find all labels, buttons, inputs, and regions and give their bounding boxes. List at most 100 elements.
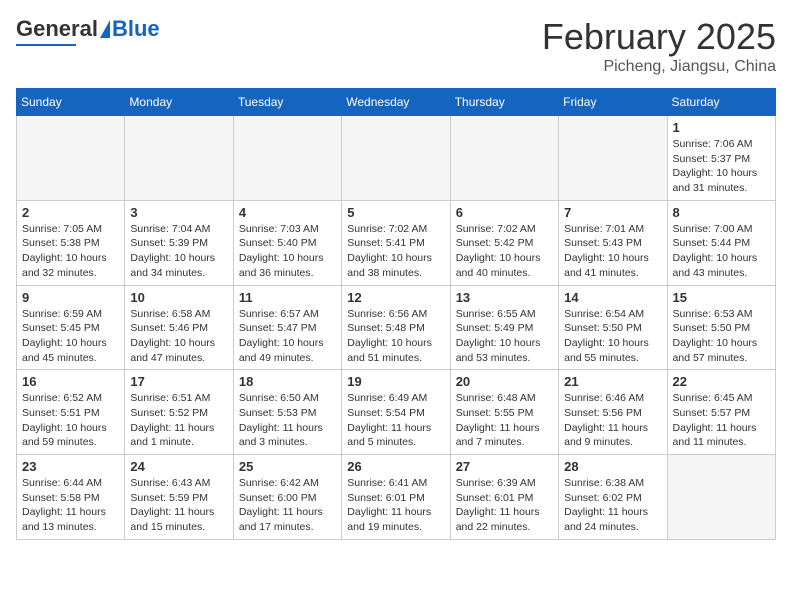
day-info: Sunrise: 7:04 AM Sunset: 5:39 PM Dayligh… [130,222,227,281]
calendar-day-cell: 28 Sunrise: 6:38 AM Sunset: 6:02 PM Dayli… [559,455,667,540]
day-number: 3 [130,205,227,220]
day-info: Sunrise: 6:50 AM Sunset: 5:53 PM Dayligh… [239,391,336,450]
logo-general-text: General [16,16,98,42]
day-info: Sunrise: 6:53 AM Sunset: 5:50 PM Dayligh… [673,307,770,366]
day-number: 13 [456,290,553,305]
calendar-day-cell: 22 Sunrise: 6:45 AM Sunset: 5:57 PM Dayli… [667,370,775,455]
calendar-day-cell: 10 Sunrise: 6:58 AM Sunset: 5:46 PM Dayli… [125,285,233,370]
day-info: Sunrise: 6:51 AM Sunset: 5:52 PM Dayligh… [130,391,227,450]
calendar-day-cell: 3 Sunrise: 7:04 AM Sunset: 5:39 PM Daylig… [125,200,233,285]
month-title: February 2025 [542,16,776,58]
day-number: 12 [347,290,444,305]
calendar-day-cell: 13 Sunrise: 6:55 AM Sunset: 5:49 PM Dayli… [450,285,558,370]
calendar-day-cell [450,116,558,201]
day-number: 24 [130,459,227,474]
calendar-week-row: 2Sunrise: 7:05 AM Sunset: 5:38 PM Daylig… [17,200,776,285]
calendar-day-cell: 12 Sunrise: 6:56 AM Sunset: 5:48 PM Dayli… [342,285,450,370]
day-number: 10 [130,290,227,305]
location-title: Picheng, Jiangsu, China [542,58,776,76]
calendar-week-row: 16Sunrise: 6:52 AM Sunset: 5:51 PM Dayli… [17,370,776,455]
day-number: 22 [673,374,770,389]
calendar-day-cell: 5 Sunrise: 7:02 AM Sunset: 5:41 PM Daylig… [342,200,450,285]
calendar-day-cell: 2Sunrise: 7:05 AM Sunset: 5:38 PM Daylig… [17,200,125,285]
day-number: 7 [564,205,661,220]
calendar-day-cell: 4 Sunrise: 7:03 AM Sunset: 5:40 PM Daylig… [233,200,341,285]
day-number: 11 [239,290,336,305]
day-info: Sunrise: 7:05 AM Sunset: 5:38 PM Dayligh… [22,222,119,281]
calendar-week-row: 1 Sunrise: 7:06 AM Sunset: 5:37 PM Daylig… [17,116,776,201]
calendar-day-cell [17,116,125,201]
calendar-header-row: SundayMondayTuesdayWednesdayThursdayFrid… [17,89,776,116]
day-info: Sunrise: 6:57 AM Sunset: 5:47 PM Dayligh… [239,307,336,366]
day-number: 14 [564,290,661,305]
calendar-day-cell: 1 Sunrise: 7:06 AM Sunset: 5:37 PM Daylig… [667,116,775,201]
day-info: Sunrise: 6:58 AM Sunset: 5:46 PM Dayligh… [130,307,227,366]
day-info: Sunrise: 7:03 AM Sunset: 5:40 PM Dayligh… [239,222,336,281]
calendar-day-cell [667,455,775,540]
page-header: General Blue February 2025 Picheng, Jian… [16,16,776,76]
day-info: Sunrise: 6:46 AM Sunset: 5:56 PM Dayligh… [564,391,661,450]
day-number: 4 [239,205,336,220]
day-info: Sunrise: 6:44 AM Sunset: 5:58 PM Dayligh… [22,476,119,535]
day-number: 1 [673,120,770,135]
calendar-day-cell: 21 Sunrise: 6:46 AM Sunset: 5:56 PM Dayli… [559,370,667,455]
calendar-day-cell [233,116,341,201]
calendar-day-cell: 25 Sunrise: 6:42 AM Sunset: 6:00 PM Dayli… [233,455,341,540]
day-number: 28 [564,459,661,474]
calendar-day-cell [125,116,233,201]
calendar-day-cell: 7 Sunrise: 7:01 AM Sunset: 5:43 PM Daylig… [559,200,667,285]
day-number: 9 [22,290,119,305]
day-info: Sunrise: 7:00 AM Sunset: 5:44 PM Dayligh… [673,222,770,281]
title-block: February 2025 Picheng, Jiangsu, China [542,16,776,76]
day-info: Sunrise: 6:52 AM Sunset: 5:51 PM Dayligh… [22,391,119,450]
day-number: 25 [239,459,336,474]
day-info: Sunrise: 7:02 AM Sunset: 5:41 PM Dayligh… [347,222,444,281]
logo-underline [16,44,76,46]
calendar-day-cell: 8Sunrise: 7:00 AM Sunset: 5:44 PM Daylig… [667,200,775,285]
day-of-week-header: Tuesday [233,89,341,116]
calendar-table: SundayMondayTuesdayWednesdayThursdayFrid… [16,88,776,540]
day-info: Sunrise: 6:45 AM Sunset: 5:57 PM Dayligh… [673,391,770,450]
day-number: 5 [347,205,444,220]
day-number: 26 [347,459,444,474]
calendar-day-cell: 19 Sunrise: 6:49 AM Sunset: 5:54 PM Dayli… [342,370,450,455]
calendar-day-cell: 9 Sunrise: 6:59 AM Sunset: 5:45 PM Daylig… [17,285,125,370]
calendar-day-cell: 26 Sunrise: 6:41 AM Sunset: 6:01 PM Dayli… [342,455,450,540]
day-info: Sunrise: 6:49 AM Sunset: 5:54 PM Dayligh… [347,391,444,450]
day-number: 23 [22,459,119,474]
calendar-day-cell: 24Sunrise: 6:43 AM Sunset: 5:59 PM Dayli… [125,455,233,540]
calendar-week-row: 9 Sunrise: 6:59 AM Sunset: 5:45 PM Daylig… [17,285,776,370]
day-number: 17 [130,374,227,389]
day-of-week-header: Thursday [450,89,558,116]
day-info: Sunrise: 6:56 AM Sunset: 5:48 PM Dayligh… [347,307,444,366]
calendar-day-cell: 14 Sunrise: 6:54 AM Sunset: 5:50 PM Dayli… [559,285,667,370]
calendar-day-cell: 23 Sunrise: 6:44 AM Sunset: 5:58 PM Dayli… [17,455,125,540]
day-number: 21 [564,374,661,389]
day-info: Sunrise: 6:38 AM Sunset: 6:02 PM Dayligh… [564,476,661,535]
day-info: Sunrise: 6:42 AM Sunset: 6:00 PM Dayligh… [239,476,336,535]
day-info: Sunrise: 6:54 AM Sunset: 5:50 PM Dayligh… [564,307,661,366]
day-of-week-header: Monday [125,89,233,116]
day-info: Sunrise: 6:41 AM Sunset: 6:01 PM Dayligh… [347,476,444,535]
calendar-week-row: 23 Sunrise: 6:44 AM Sunset: 5:58 PM Dayli… [17,455,776,540]
day-of-week-header: Wednesday [342,89,450,116]
day-info: Sunrise: 7:06 AM Sunset: 5:37 PM Dayligh… [673,137,770,196]
day-number: 27 [456,459,553,474]
day-number: 20 [456,374,553,389]
logo-blue-text: Blue [112,16,160,42]
day-info: Sunrise: 6:55 AM Sunset: 5:49 PM Dayligh… [456,307,553,366]
calendar-day-cell: 18 Sunrise: 6:50 AM Sunset: 5:53 PM Dayli… [233,370,341,455]
day-of-week-header: Friday [559,89,667,116]
day-info: Sunrise: 7:01 AM Sunset: 5:43 PM Dayligh… [564,222,661,281]
day-number: 6 [456,205,553,220]
day-of-week-header: Saturday [667,89,775,116]
day-number: 15 [673,290,770,305]
day-of-week-header: Sunday [17,89,125,116]
day-info: Sunrise: 6:59 AM Sunset: 5:45 PM Dayligh… [22,307,119,366]
logo: General Blue [16,16,160,46]
day-info: Sunrise: 7:02 AM Sunset: 5:42 PM Dayligh… [456,222,553,281]
day-number: 19 [347,374,444,389]
day-info: Sunrise: 6:48 AM Sunset: 5:55 PM Dayligh… [456,391,553,450]
calendar-day-cell [559,116,667,201]
day-number: 18 [239,374,336,389]
